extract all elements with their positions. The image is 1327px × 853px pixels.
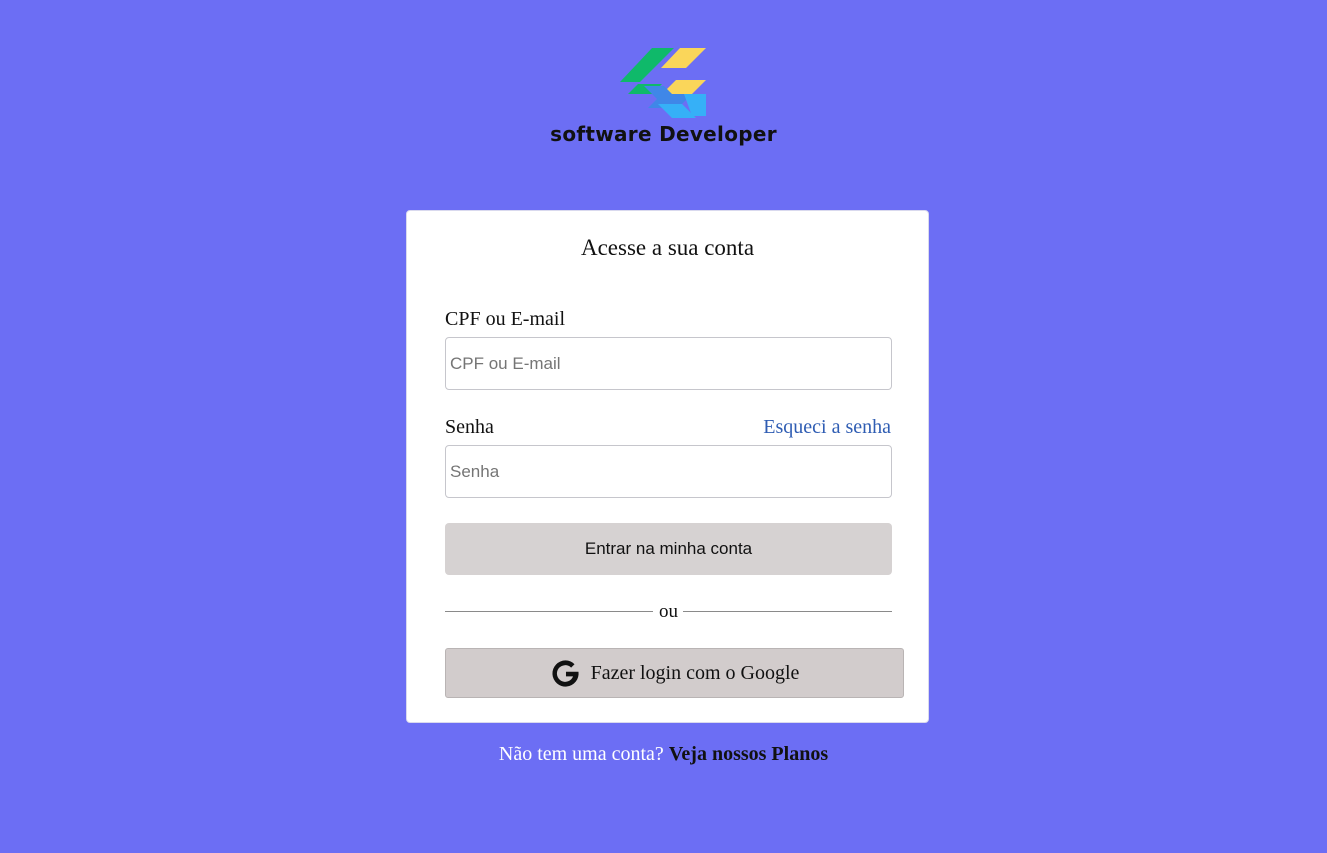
divider: ou [445,601,892,623]
login-page: software Developer Acesse a sua conta CP… [0,0,1327,853]
divider-text: ou [659,601,678,622]
email-label: CPF ou E-mail [445,308,566,330]
signup-prompt-text: Não tem uma conta? [498,743,664,765]
card-title: Acesse a sua conta [580,235,755,260]
login-card: Acesse a sua conta CPF ou E-mail Senha E… [406,210,929,723]
brand-header: software Developer [0,44,1327,146]
plans-link[interactable]: Veja nossos Planos [669,743,828,765]
signup-prompt: Não tem uma conta? Veja nossos Planos [0,743,1327,766]
flutter-style-logo-icon [619,48,706,118]
brand-name: software Developer [550,122,777,146]
google-login-button[interactable]: Fazer login com o Google [445,648,904,698]
email-input[interactable] [445,337,892,390]
google-g-icon [552,659,579,687]
password-label: Senha [445,416,494,438]
google-login-label: Fazer login com o Google [590,661,800,684]
forgot-password-link[interactable]: Esqueci a senha [763,416,891,439]
divider-line-right [683,611,892,612]
password-input[interactable] [445,445,892,498]
login-button[interactable]: Entrar na minha conta [445,523,892,575]
